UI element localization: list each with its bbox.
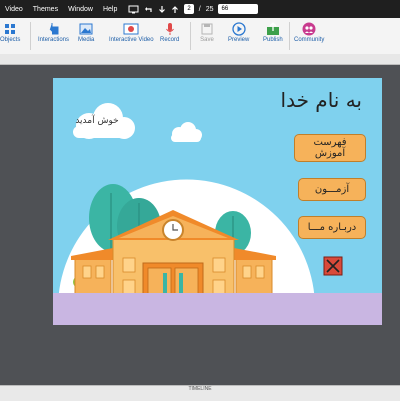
microphone-icon — [165, 23, 174, 35]
menu-video[interactable]: Video — [0, 6, 28, 13]
slide-nav-controls: 2 / 25 66 — [128, 4, 259, 14]
page-current-field[interactable]: 2 — [184, 4, 194, 14]
about-us-button[interactable]: دربـاره مـــا — [298, 216, 366, 239]
grid-icon — [5, 24, 16, 34]
image-icon — [79, 23, 93, 35]
toolbar-divider — [30, 22, 31, 50]
menu-bar: Video Themes Window Help 2 / 25 66 — [0, 0, 400, 18]
publish-icon — [266, 22, 279, 35]
interactions-label: Interactions — [38, 37, 70, 43]
objects-label: Objects — [0, 37, 21, 43]
timeline-bar: TIMELINE — [0, 385, 400, 401]
community-button[interactable]: Community — [294, 21, 324, 43]
timeline-label: TIMELINE — [188, 386, 212, 392]
slide-title: به نام خدا — [280, 88, 362, 112]
community-label: Community — [294, 37, 325, 43]
preview-button[interactable]: Preview — [228, 21, 249, 43]
save-button[interactable]: Save — [199, 21, 215, 43]
ruler-strip — [0, 54, 400, 65]
publish-label: Publish — [263, 37, 283, 43]
toolbar-divider — [190, 22, 191, 50]
toolbar-divider — [289, 22, 290, 50]
download-icon[interactable] — [158, 5, 166, 14]
menu-themes[interactable]: Themes — [28, 6, 63, 13]
toolbar: Objects Interactions Media Interactive V… — [0, 18, 400, 55]
zoom-select[interactable]: 66 — [218, 4, 259, 14]
upload-icon[interactable] — [171, 5, 179, 14]
video-icon — [123, 23, 139, 35]
play-icon — [232, 22, 246, 36]
slide-canvas[interactable]: به نام خدا خوش آمدید فهرست آموزش آزمـــو… — [53, 78, 382, 325]
zoom-value: 66 — [221, 6, 229, 12]
media-label: Media — [78, 37, 95, 43]
lesson-list-button[interactable]: فهرست آموزش — [294, 134, 366, 162]
publish-button[interactable]: Publish — [263, 21, 283, 43]
interactive-video-label: Interactive Video — [109, 37, 154, 43]
ground — [53, 293, 382, 325]
quiz-button[interactable]: آزمـــون — [298, 178, 366, 201]
save-icon — [201, 23, 213, 35]
menu-help[interactable]: Help — [98, 6, 122, 13]
save-label: Save — [200, 37, 214, 43]
monitor-icon[interactable] — [128, 5, 139, 14]
record-button[interactable]: Record — [160, 21, 179, 43]
community-icon — [302, 22, 316, 36]
objects-button[interactable]: Objects — [0, 21, 20, 43]
page-total: 25 — [205, 5, 214, 13]
interactions-button[interactable]: Interactions — [38, 21, 69, 43]
menu-window[interactable]: Window — [63, 6, 98, 13]
preview-label: Preview — [228, 37, 250, 43]
interactive-video-button[interactable]: Interactive Video — [109, 21, 154, 43]
record-label: Record — [160, 37, 180, 43]
clock-icon — [162, 219, 184, 241]
cursor-icon — [49, 23, 59, 35]
cloud-small — [171, 122, 202, 142]
media-button[interactable]: Media — [78, 21, 94, 43]
page-separator: / — [198, 5, 201, 13]
undo-icon[interactable] — [144, 5, 153, 14]
close-icon[interactable] — [323, 256, 343, 276]
welcome-text: خوش آمدید — [75, 116, 119, 126]
